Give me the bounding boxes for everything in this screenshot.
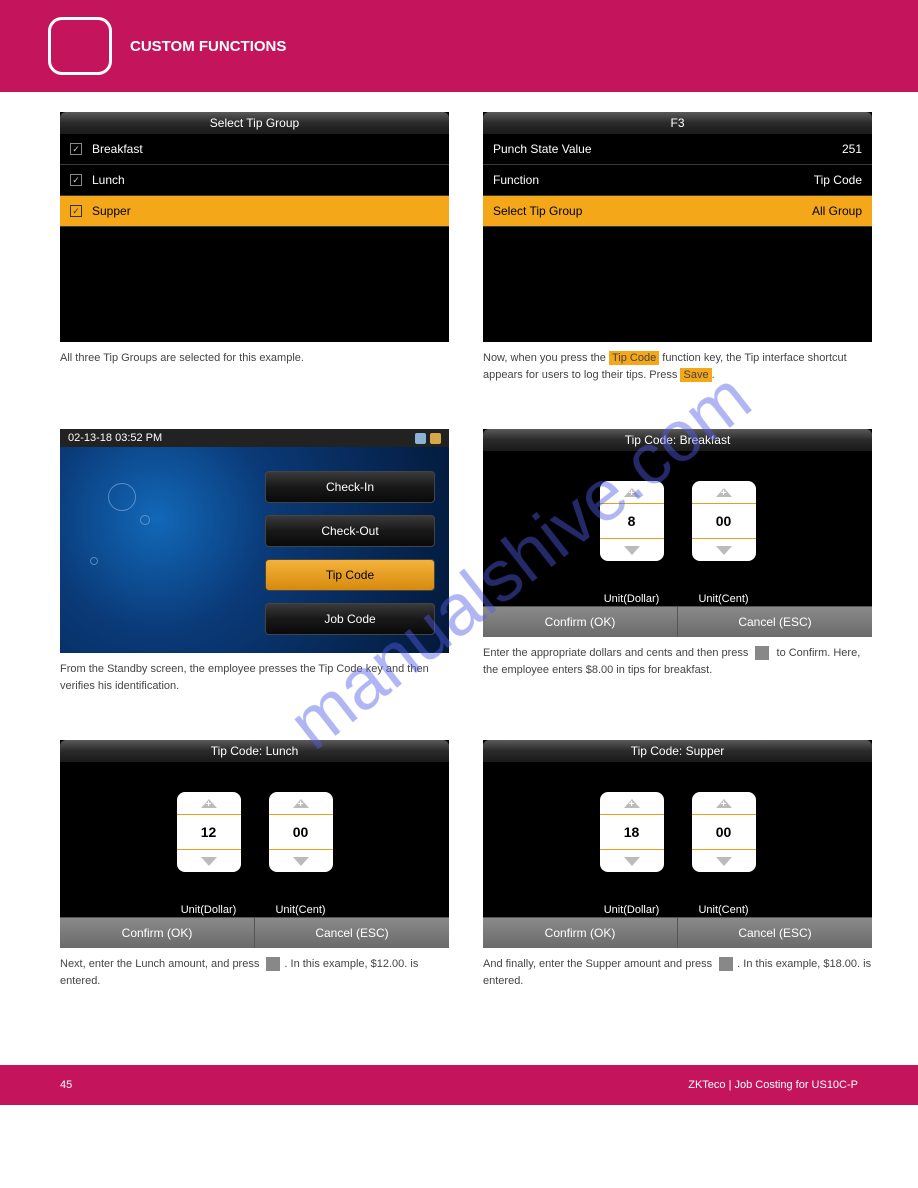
arrow-up-icon[interactable]: + xyxy=(692,792,756,814)
panel-caption: Next, enter the Lunch amount, and press … xyxy=(60,956,449,989)
menu-job-code[interactable]: Job Code xyxy=(265,603,435,635)
arrow-down-icon[interactable] xyxy=(600,850,664,872)
panel-caption: And finally, enter the Supper amount and… xyxy=(483,956,872,989)
tip-group-label: Breakfast xyxy=(92,142,143,156)
panel-title: Tip Code: Breakfast xyxy=(483,429,872,451)
panel-tip-supper: Tip Code: Supper + 18 Unit(Dollar) + xyxy=(483,740,872,948)
tip-group-label: Lunch xyxy=(92,173,125,187)
unit-label: Unit(Dollar) xyxy=(604,904,660,916)
panel-tip-breakfast: Tip Code: Breakfast + 8 Unit(Dollar) + xyxy=(483,429,872,637)
page-number: 45 xyxy=(60,1079,72,1091)
status-bar: 02-13-18 03:52 PM xyxy=(60,429,449,447)
checkbox-icon: ✓ xyxy=(70,143,82,155)
unit-label: Unit(Cent) xyxy=(698,593,748,605)
arrow-up-icon[interactable]: + xyxy=(177,792,241,814)
page-header: CUSTOM FUNCTIONS xyxy=(0,0,918,92)
arrow-up-icon[interactable]: + xyxy=(600,481,664,503)
dollar-spinner[interactable]: + 12 Unit(Dollar) xyxy=(177,792,241,917)
arrow-down-icon[interactable] xyxy=(692,850,756,872)
arrow-down-icon[interactable] xyxy=(600,539,664,561)
panel-select-tip-group: Select Tip Group ✓ Breakfast ✓ Lunch ✓ S… xyxy=(60,112,449,342)
panel-caption: Now, when you press the Tip Code functio… xyxy=(483,350,872,383)
tip-group-label: Supper xyxy=(92,204,131,218)
arrow-down-icon[interactable] xyxy=(269,850,333,872)
panel-caption: All three Tip Groups are selected for th… xyxy=(60,350,449,367)
cent-value: 00 xyxy=(692,503,756,539)
bubble-decor xyxy=(108,483,136,511)
page-footer: 45 ZKTeco | Job Costing for US10C-P xyxy=(0,1065,918,1105)
header-label: CUSTOM FUNCTIONS xyxy=(130,38,286,55)
highlight: Tip Code xyxy=(609,351,659,365)
tip-group-item[interactable]: ✓ Supper xyxy=(60,196,449,227)
dollar-value: 12 xyxy=(177,814,241,850)
unit-label: Unit(Dollar) xyxy=(181,904,237,916)
setting-row[interactable]: Select Tip Group All Group xyxy=(483,196,872,227)
panel-title: Tip Code: Supper xyxy=(483,740,872,762)
cent-value: 00 xyxy=(692,814,756,850)
header-box-icon xyxy=(48,17,112,75)
ok-key-icon xyxy=(266,957,280,971)
cent-spinner[interactable]: + 00 Unit(Cent) xyxy=(692,481,756,606)
unit-label: Unit(Dollar) xyxy=(604,593,660,605)
dollar-value: 18 xyxy=(600,814,664,850)
cent-value: 00 xyxy=(269,814,333,850)
footer-text: ZKTeco | Job Costing for US10C-P xyxy=(688,1079,858,1091)
panel-title: F3 xyxy=(483,112,872,134)
arrow-down-icon[interactable] xyxy=(692,539,756,561)
setting-row[interactable]: Function Tip Code xyxy=(483,165,872,196)
cancel-button[interactable]: Cancel (ESC) xyxy=(677,917,872,948)
panel-title: Tip Code: Lunch xyxy=(60,740,449,762)
cent-spinner[interactable]: + 00 Unit(Cent) xyxy=(692,792,756,917)
arrow-up-icon[interactable]: + xyxy=(600,792,664,814)
dollar-spinner[interactable]: + 18 Unit(Dollar) xyxy=(600,792,664,917)
status-icon xyxy=(430,433,441,444)
setting-value: Tip Code xyxy=(814,173,862,187)
status-icon xyxy=(415,433,426,444)
dollar-value: 8 xyxy=(600,503,664,539)
cent-spinner[interactable]: + 00 Unit(Cent) xyxy=(269,792,333,917)
menu-tip-code[interactable]: Tip Code xyxy=(265,559,435,591)
panel-caption: Enter the appropriate dollars and cents … xyxy=(483,645,872,678)
tip-group-item[interactable]: ✓ Lunch xyxy=(60,165,449,196)
confirm-button[interactable]: Confirm (OK) xyxy=(483,917,677,948)
bubble-decor xyxy=(140,515,150,525)
setting-value: All Group xyxy=(812,204,862,218)
ok-key-icon xyxy=(719,957,733,971)
arrow-up-icon[interactable]: + xyxy=(692,481,756,503)
panel-title: Select Tip Group xyxy=(60,112,449,134)
cancel-button[interactable]: Cancel (ESC) xyxy=(254,917,449,948)
setting-key: Select Tip Group xyxy=(493,204,582,218)
bubble-decor xyxy=(90,557,98,565)
content: Select Tip Group ✓ Breakfast ✓ Lunch ✓ S… xyxy=(0,92,918,1035)
unit-label: Unit(Cent) xyxy=(275,904,325,916)
standby-body: Check-In Check-Out Tip Code Job Code xyxy=(60,447,449,653)
setting-key: Function xyxy=(493,173,539,187)
setting-row[interactable]: Punch State Value 251 xyxy=(483,134,872,165)
menu-check-out[interactable]: Check-Out xyxy=(265,515,435,547)
dollar-spinner[interactable]: + 8 Unit(Dollar) xyxy=(600,481,664,606)
tip-group-item[interactable]: ✓ Breakfast xyxy=(60,134,449,165)
confirm-button[interactable]: Confirm (OK) xyxy=(60,917,254,948)
panel-f3: F3 Punch State Value 251 Function Tip Co… xyxy=(483,112,872,342)
panel-caption: From the Standby screen, the employee pr… xyxy=(60,661,449,694)
ok-key-icon xyxy=(755,646,769,660)
setting-key: Punch State Value xyxy=(493,142,592,156)
panel-standby: 02-13-18 03:52 PM Check-In Check-Out Tip… xyxy=(60,429,449,653)
setting-value: 251 xyxy=(842,142,862,156)
checkbox-icon: ✓ xyxy=(70,174,82,186)
confirm-button[interactable]: Confirm (OK) xyxy=(483,606,677,637)
checkbox-icon: ✓ xyxy=(70,205,82,217)
unit-label: Unit(Cent) xyxy=(698,904,748,916)
menu-check-in[interactable]: Check-In xyxy=(265,471,435,503)
cancel-button[interactable]: Cancel (ESC) xyxy=(677,606,872,637)
arrow-up-icon[interactable]: + xyxy=(269,792,333,814)
highlight: Save xyxy=(680,368,711,382)
datetime: 02-13-18 03:52 PM xyxy=(68,432,162,444)
arrow-down-icon[interactable] xyxy=(177,850,241,872)
panel-tip-lunch: Tip Code: Lunch + 12 Unit(Dollar) + xyxy=(60,740,449,948)
